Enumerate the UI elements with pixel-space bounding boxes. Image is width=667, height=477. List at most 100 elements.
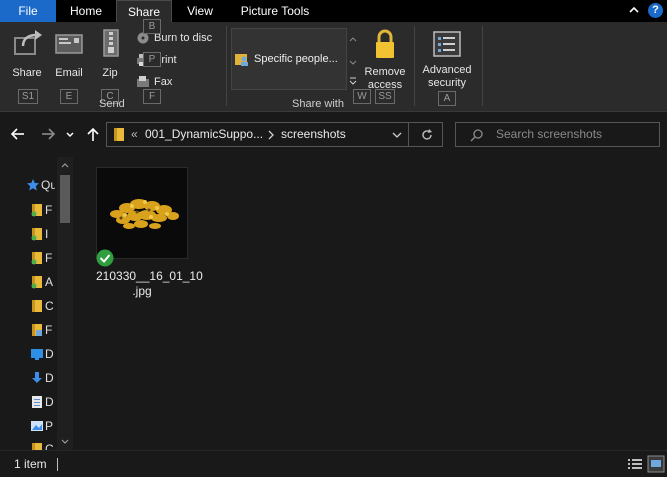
breadcrumb-current-folder[interactable]: screenshots bbox=[281, 123, 346, 146]
status-bar: 1 item bbox=[0, 450, 667, 477]
nav-item-label: D bbox=[45, 371, 54, 385]
email-button-label: Email bbox=[55, 67, 83, 79]
nav-item-folder[interactable]: A bbox=[30, 274, 58, 290]
nav-item-desktop[interactable]: D bbox=[30, 346, 58, 362]
tab-home[interactable]: Home bbox=[60, 0, 112, 22]
share-button-label: Share bbox=[12, 67, 42, 79]
folder-synced-icon bbox=[31, 228, 42, 241]
navigation-pane: Qu F I F A C F D D D P C bbox=[0, 157, 74, 450]
file-list-area[interactable]: 210330__16_01_10 .jpg bbox=[76, 157, 667, 450]
burn-to-disc-label: Burn to disc bbox=[154, 32, 213, 44]
thumbnail-image bbox=[97, 168, 187, 258]
item-count: 1 item bbox=[14, 457, 47, 471]
ribbon-tab-bar: File Home Share View Picture Tools ? bbox=[0, 0, 667, 23]
folder-pinned-icon bbox=[31, 204, 42, 217]
nav-item-documents[interactable]: D bbox=[30, 394, 58, 410]
nav-item-folder[interactable]: I bbox=[30, 226, 58, 242]
remove-label-line1: Remove bbox=[364, 66, 406, 78]
large-icons-view-icon[interactable] bbox=[647, 455, 665, 473]
scroll-down-icon[interactable] bbox=[60, 438, 70, 446]
ribbon-separator bbox=[226, 26, 227, 106]
nav-item-folder[interactable]: C bbox=[30, 298, 58, 314]
scrollbar-thumb[interactable] bbox=[60, 175, 70, 223]
zip-button[interactable]: Zip bbox=[92, 28, 128, 80]
document-icon bbox=[32, 396, 42, 408]
ribbon-separator bbox=[482, 26, 483, 106]
breadcrumb-chevron-icon[interactable] bbox=[267, 130, 275, 140]
share-with-gallery: Specific people... bbox=[231, 28, 347, 90]
nav-item-label: A bbox=[45, 275, 54, 289]
folder-icon bbox=[32, 300, 42, 312]
image-thumbnail bbox=[96, 167, 188, 259]
breadcrumb-overflow[interactable]: « bbox=[131, 123, 138, 146]
nav-item-label: P bbox=[45, 419, 54, 433]
remove-access-button[interactable]: Remove access bbox=[362, 28, 408, 92]
keytip-print: P bbox=[143, 52, 161, 67]
gallery-scroll-icon[interactable] bbox=[347, 28, 359, 90]
nav-item-label: F bbox=[45, 251, 53, 265]
breadcrumb-folder[interactable]: 001_DynamicSuppo... bbox=[145, 123, 263, 146]
share-button[interactable]: Share bbox=[8, 28, 46, 80]
advanced-label-line1: Advanced bbox=[422, 64, 472, 76]
lock-icon bbox=[376, 29, 394, 58]
address-dropdown-icon[interactable] bbox=[392, 130, 402, 140]
keytip-remove: SS bbox=[375, 89, 395, 104]
nav-item-pictures[interactable]: P bbox=[30, 418, 58, 434]
fax-label: Fax bbox=[154, 76, 173, 88]
folder-icon bbox=[32, 443, 42, 450]
nav-item-folder[interactable]: F bbox=[30, 250, 58, 266]
folder-synced-icon bbox=[31, 276, 42, 289]
advanced-security-button[interactable]: Advanced security bbox=[418, 28, 476, 90]
search-icon bbox=[470, 129, 483, 142]
address-divider bbox=[408, 123, 409, 146]
fax-icon bbox=[137, 76, 149, 87]
share-icon bbox=[14, 30, 42, 55]
scroll-up-icon[interactable] bbox=[60, 161, 70, 169]
navigation-bar: « 001_DynamicSuppo... screenshots Search… bbox=[0, 113, 667, 157]
address-bar[interactable]: « 001_DynamicSuppo... screenshots bbox=[106, 122, 443, 147]
details-view-icon[interactable] bbox=[626, 455, 644, 473]
file-name[interactable]: 210330__16_01_10 .jpg bbox=[96, 269, 203, 299]
forward-arrow-icon[interactable] bbox=[39, 125, 57, 143]
tab-picture-tools[interactable]: Picture Tools bbox=[230, 0, 320, 22]
nav-item-folder[interactable]: C bbox=[30, 441, 58, 450]
people-icon bbox=[235, 54, 248, 67]
download-icon bbox=[32, 372, 42, 383]
star-icon bbox=[27, 179, 39, 191]
pictures-icon bbox=[31, 421, 43, 431]
tab-view[interactable]: View bbox=[176, 0, 224, 22]
help-icon[interactable]: ? bbox=[648, 3, 663, 18]
collapse-ribbon-icon[interactable] bbox=[627, 3, 641, 17]
nav-item-label: D bbox=[45, 395, 54, 409]
nav-item-label: I bbox=[45, 227, 49, 241]
nav-pane-scrollbar[interactable] bbox=[57, 157, 73, 450]
ribbon-separator bbox=[414, 26, 415, 106]
nav-item-label: F bbox=[45, 323, 53, 337]
keytip-share-with: W bbox=[353, 89, 371, 104]
search-box[interactable]: Search screenshots bbox=[455, 122, 660, 147]
search-placeholder: Search screenshots bbox=[496, 127, 603, 141]
nav-item-label: D bbox=[45, 347, 54, 361]
up-arrow-icon[interactable] bbox=[84, 125, 102, 143]
specific-people-label: Specific people... bbox=[254, 53, 338, 65]
keytip-fax: F bbox=[143, 89, 161, 104]
file-name-line1: 210330__16_01_10 bbox=[96, 269, 203, 283]
tab-file[interactable]: File bbox=[0, 0, 56, 22]
nav-item-folder[interactable]: F bbox=[30, 202, 58, 218]
recent-locations-chevron-icon[interactable] bbox=[64, 125, 76, 143]
nav-item-label: C bbox=[45, 442, 54, 450]
keytip-share: S1 bbox=[18, 89, 38, 104]
folder-icon bbox=[114, 128, 124, 141]
email-button[interactable]: Email bbox=[50, 28, 88, 80]
refresh-icon[interactable] bbox=[420, 128, 434, 142]
keytip-burn: B bbox=[143, 19, 161, 34]
specific-people-option[interactable]: Specific people... bbox=[234, 49, 338, 69]
nav-item-folder[interactable]: F bbox=[30, 322, 58, 338]
status-divider bbox=[57, 458, 58, 471]
zip-icon bbox=[103, 29, 119, 57]
back-arrow-icon[interactable] bbox=[9, 125, 27, 143]
nav-item-downloads[interactable]: D bbox=[30, 370, 58, 386]
nav-item-quick-access[interactable]: Qu bbox=[26, 177, 60, 193]
file-name-line2: .jpg bbox=[132, 284, 152, 298]
fax-button[interactable]: Fax bbox=[136, 74, 196, 90]
